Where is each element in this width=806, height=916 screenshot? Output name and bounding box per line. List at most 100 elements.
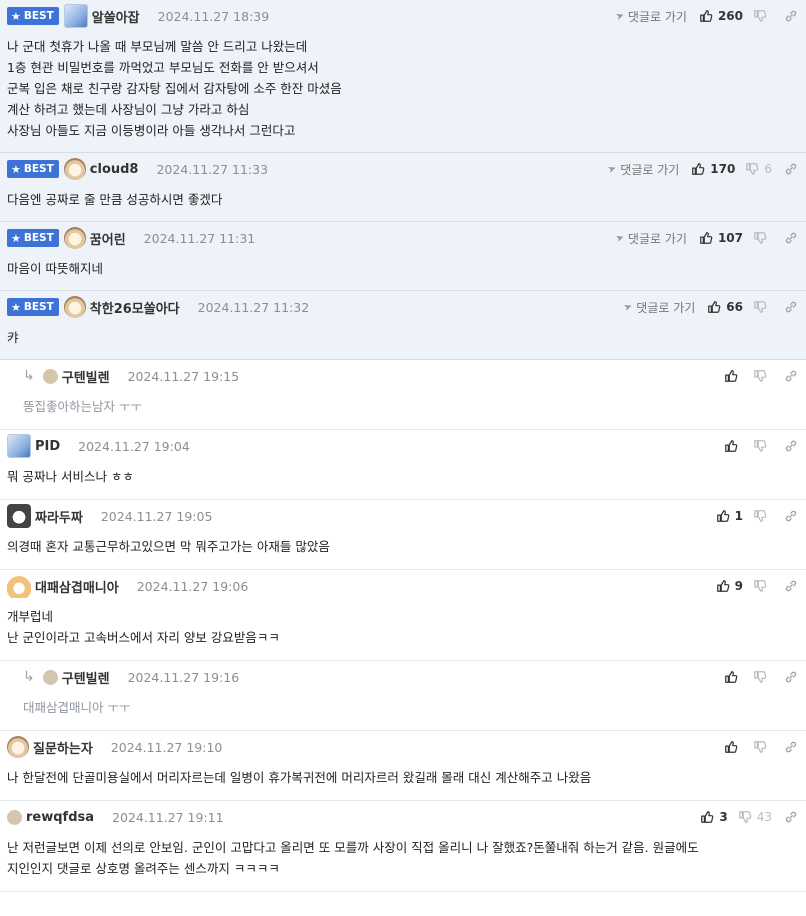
comment-date: 2024.11.27 11:33 — [156, 161, 269, 177]
avatar[interactable] — [42, 669, 58, 685]
upvote-button[interactable]: 1 — [716, 509, 743, 523]
downvote-button[interactable] — [753, 9, 772, 23]
downvote-button[interactable] — [753, 740, 772, 754]
thumbs-up-icon — [700, 810, 714, 824]
thumbs-down-icon — [753, 369, 767, 383]
upvote-button[interactable]: 107 — [699, 231, 743, 245]
comment-line: 다음엔 공짜로 줄 만큼 성공하시면 좋겠다 — [7, 192, 223, 207]
best-badge: ★ BEST — [7, 160, 59, 178]
comment-header: 대패삼겹매니아 2024.11.27 19:06 9 — [0, 570, 806, 602]
avatar[interactable] — [63, 4, 88, 28]
avatar[interactable] — [7, 809, 22, 825]
avatar[interactable] — [63, 227, 86, 249]
avatar[interactable] — [63, 158, 86, 180]
thumbs-up-icon — [707, 300, 721, 314]
nickname[interactable]: 구텐빌렌 — [62, 668, 110, 687]
nickname[interactable]: 꿈어린 — [90, 229, 126, 248]
nickname[interactable]: 짜라두짜 — [35, 507, 83, 526]
link-icon[interactable] — [784, 9, 798, 23]
downvote-button[interactable] — [753, 439, 772, 453]
comment-line: 개부럽네 — [7, 609, 54, 624]
star-icon: ★ — [11, 162, 21, 176]
comment-line: 계산 하려고 했는데 사장님이 그냥 가라고 하심 — [7, 102, 250, 117]
link-icon[interactable] — [784, 740, 798, 754]
upvote-button[interactable] — [724, 369, 743, 383]
link-icon[interactable] — [784, 670, 798, 684]
go-to-reply-button[interactable]: ➤ 댓글로 가기 — [614, 8, 687, 25]
avatar[interactable] — [42, 368, 58, 384]
downvote-button[interactable] — [753, 509, 772, 523]
upvote-count: 3 — [719, 810, 728, 824]
link-icon[interactable] — [784, 162, 798, 176]
comment-date: 2024.11.27 19:10 — [110, 739, 223, 755]
link-icon[interactable] — [784, 231, 798, 245]
nickname[interactable]: 질문하는자 — [33, 738, 93, 757]
upvote-button[interactable] — [724, 740, 743, 754]
comment-line: 사장님 아들도 지금 이등병이라 아들 생각나서 그런다고 — [7, 123, 296, 138]
comment-line: 나 한달전에 단골미용실에서 머리자르는데 일병이 휴가복귀전에 머리자르러 왔… — [7, 770, 592, 785]
thumbs-up-icon — [699, 231, 713, 245]
comment-line: 지인인지 댓글로 상호명 올려주는 센스까지 ㅋㅋㅋㅋ — [7, 861, 280, 876]
nickname[interactable]: 착한26모쏠아다 — [90, 298, 180, 317]
thumbs-down-icon — [753, 439, 767, 453]
nickname[interactable]: 알쓸아잡 — [92, 7, 140, 26]
upvote-button[interactable]: 170 — [691, 162, 735, 176]
link-icon[interactable] — [784, 509, 798, 523]
upvote-count: 107 — [717, 231, 743, 245]
downvote-count: 43 — [756, 810, 772, 824]
link-icon[interactable] — [784, 300, 798, 314]
nickname[interactable]: 대패삼겹매니아 — [35, 577, 119, 596]
best-badge: ★ BEST — [7, 7, 59, 25]
comment-item: 짜라두짜 2024.11.27 19:05 1 의경때 혼자 교통근무하고있으면 막 … — [0, 500, 806, 570]
downvote-button[interactable] — [753, 369, 772, 383]
avatar[interactable] — [7, 504, 31, 528]
comment-item: ★ BEST 알쓸아잡 2024.11.27 18:39 ➤ 댓글로 가기 260 나 군대 … — [0, 0, 806, 153]
upvote-button[interactable]: 260 — [699, 9, 743, 23]
comment-line: 군복 입은 채로 친구랑 감자탕 집에서 감자탕에 소주 한잔 마셨음 — [7, 81, 342, 96]
comment-line: 난 군인이라고 고속버스에서 자리 양보 강요받음ㅋㅋ — [7, 630, 280, 645]
downvote-button[interactable] — [753, 579, 772, 593]
link-icon[interactable] — [784, 579, 798, 593]
go-to-reply-button[interactable]: ➤ 댓글로 가기 — [622, 299, 695, 316]
downvote-button[interactable] — [753, 231, 772, 245]
nickname[interactable]: rewqfdsa — [26, 810, 94, 825]
go-to-reply-button[interactable]: ➤ 댓글로 가기 — [606, 161, 679, 178]
upvote-button[interactable] — [724, 670, 743, 684]
comment-date: 2024.11.27 19:05 — [100, 508, 213, 524]
avatar[interactable] — [7, 434, 31, 458]
downvote-button[interactable] — [753, 670, 772, 684]
downvote-button[interactable] — [753, 300, 772, 314]
avatar[interactable] — [7, 736, 29, 758]
link-icon[interactable] — [784, 439, 798, 453]
comment-header: 짜라두짜 2024.11.27 19:05 1 — [0, 500, 806, 532]
nickname[interactable]: cloud8 — [90, 162, 139, 177]
comment-actions: 1 — [716, 500, 798, 532]
link-icon[interactable] — [784, 810, 798, 824]
reply-comment: ↳ 구텐빌렌 2024.11.27 19:16 대패삼겹매니아 ㅜㅜ — [0, 661, 806, 731]
nickname[interactable]: PID — [35, 439, 60, 454]
comment-actions — [724, 731, 798, 763]
thumbs-up-icon — [716, 579, 730, 593]
downvote-button[interactable]: 43 — [738, 810, 772, 824]
downvote-button[interactable]: 6 — [745, 162, 772, 176]
comment-header: rewqfdsa 2024.11.27 19:11 3 43 — [0, 801, 806, 833]
comment-date: 2024.11.27 19:16 — [127, 669, 240, 685]
upvote-count: 170 — [710, 162, 736, 176]
avatar[interactable] — [7, 574, 31, 598]
link-icon[interactable] — [784, 369, 798, 383]
reply-arrow-icon: ↳ — [23, 368, 35, 384]
nickname[interactable]: 구텐빌렌 — [62, 367, 110, 386]
upvote-button[interactable]: 9 — [716, 579, 743, 593]
comment-item: ★ BEST 꿈어린 2024.11.27 11:31 ➤ 댓글로 가기 107 마음이 따뜻… — [0, 222, 806, 291]
comment-actions — [724, 360, 798, 392]
comment-body: 의경때 혼자 교통근무하고있으면 막 뭐주고가는 아재들 많았음 — [0, 532, 806, 569]
upvote-button[interactable]: 3 — [700, 810, 728, 824]
send-icon: ➤ — [606, 162, 618, 176]
thumbs-down-icon — [753, 231, 767, 245]
upvote-button[interactable]: 66 — [707, 300, 743, 314]
comment-body: 대패삼겹매니아 ㅜㅜ — [0, 693, 806, 730]
go-to-reply-button[interactable]: ➤ 댓글로 가기 — [614, 230, 687, 247]
star-icon: ★ — [11, 300, 21, 314]
avatar[interactable] — [63, 296, 86, 318]
upvote-button[interactable] — [724, 439, 743, 453]
